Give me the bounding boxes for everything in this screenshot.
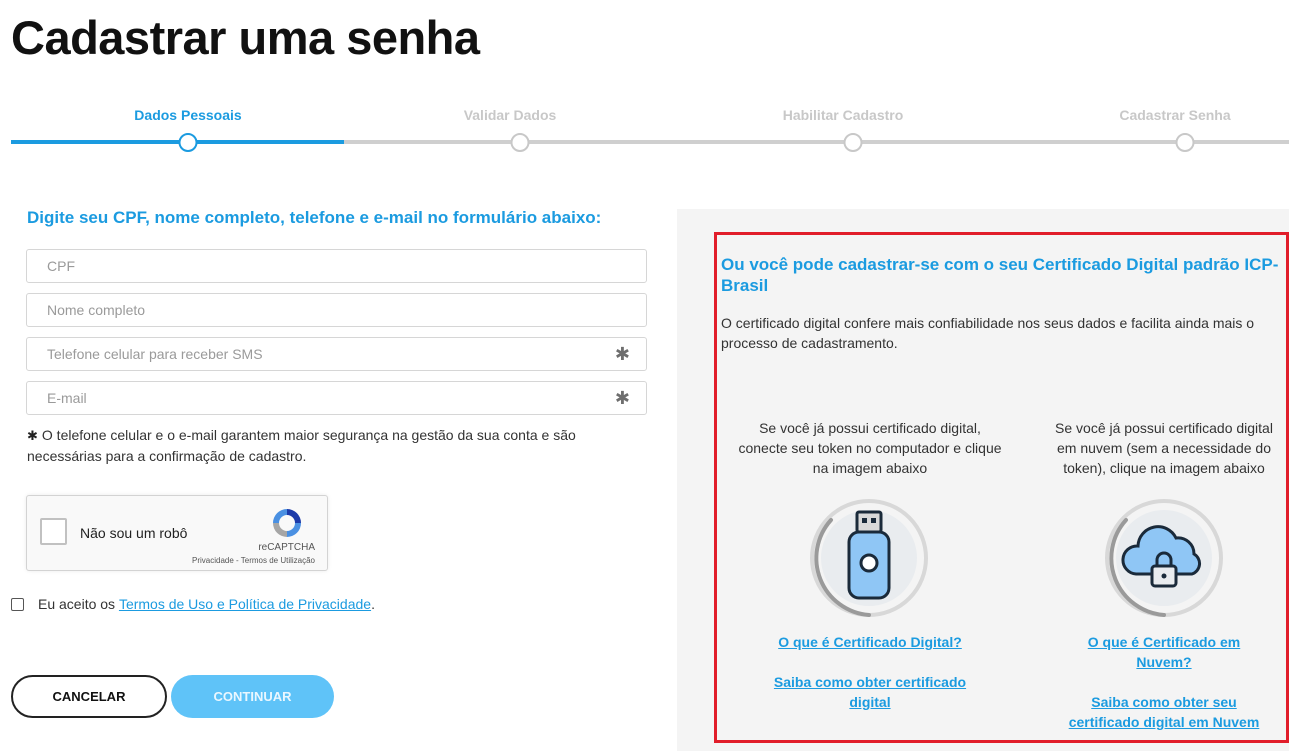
token-instructions: Se você já possui certificado digital, c…: [738, 420, 1002, 476]
recaptcha-links[interactable]: Privacidade - Termos de Utilização: [192, 556, 315, 565]
recaptcha-brand: reCAPTCHA: [258, 542, 315, 553]
required-asterisk-icon: ✱: [614, 388, 630, 408]
required-fields-note: ✱ O telefone celular e o e-mail garantem …: [27, 425, 647, 466]
step-dot-habilitar-cadastro: [843, 133, 863, 152]
cloud-lock-icon[interactable]: [1104, 498, 1224, 618]
get-cloud-certificate-link[interactable]: Saiba como obter seu certificado digital…: [1056, 692, 1272, 732]
asterisk-icon: ✱: [27, 428, 38, 443]
cpf-field: [26, 249, 647, 283]
email-field: ✱: [26, 381, 647, 415]
recaptcha-widget: Não sou um robô reCAPTCHA Privacidade - …: [26, 495, 328, 571]
phone-input[interactable]: [27, 338, 646, 370]
step-label-validar-dados: Validar Dados: [463, 107, 557, 123]
continue-button[interactable]: CONTINUAR: [171, 675, 334, 718]
terms-prefix: Eu aceito os: [38, 596, 119, 612]
what-is-digital-certificate-link[interactable]: O que é Certificado Digital?: [742, 632, 998, 652]
cloud-instructions: Se você já possui certificado digital em…: [1055, 420, 1273, 476]
email-input[interactable]: [27, 382, 646, 414]
step-label-cadastrar-senha: Cadastrar Senha: [1119, 107, 1231, 123]
recaptcha-logo-icon: [273, 509, 301, 537]
certificate-description: O certificado digital confere mais confi…: [721, 315, 1255, 351]
terms-checkbox[interactable]: [11, 597, 24, 611]
required-asterisk-icon: ✱: [614, 344, 630, 364]
usb-token-icon[interactable]: [809, 498, 929, 618]
certificate-heading: Ou você pode cadastrar-se com o seu Cert…: [721, 255, 1279, 295]
full-name-input[interactable]: [27, 294, 646, 326]
cpf-input[interactable]: [27, 250, 646, 282]
form-heading: Digite seu CPF, nome completo, telefone …: [27, 208, 602, 227]
step-dot-dados-pessoais: [178, 133, 198, 152]
recaptcha-label: Não sou um robô: [80, 525, 188, 541]
stepper-progress: [11, 140, 344, 144]
terms-row: Eu aceito os Termos de Uso e Política de…: [11, 596, 375, 612]
page-title: Cadastrar uma senha: [11, 11, 480, 64]
step-label-dados-pessoais: Dados Pessoais: [134, 107, 242, 123]
recaptcha-checkbox[interactable]: [40, 518, 67, 545]
get-digital-certificate-link[interactable]: Saiba como obter certificado digital: [762, 672, 978, 712]
phone-field: ✱: [26, 337, 647, 371]
step-label-habilitar-cadastro: Habilitar Cadastro: [782, 107, 904, 123]
name-field: [26, 293, 647, 327]
note-text: O telefone celular e o e-mail garantem m…: [27, 427, 576, 464]
terms-suffix: .: [371, 596, 375, 612]
step-dot-cadastrar-senha: [1175, 133, 1195, 152]
terms-link[interactable]: Termos de Uso e Política de Privacidade: [119, 596, 371, 612]
what-is-cloud-certificate-link[interactable]: O que é Certificado em Nuvem?: [1074, 632, 1254, 672]
progress-stepper: Dados Pessoais Validar Dados Habilitar C…: [11, 100, 1289, 160]
step-dot-validar-dados: [510, 133, 530, 152]
cancel-button[interactable]: CANCELAR: [11, 675, 167, 718]
